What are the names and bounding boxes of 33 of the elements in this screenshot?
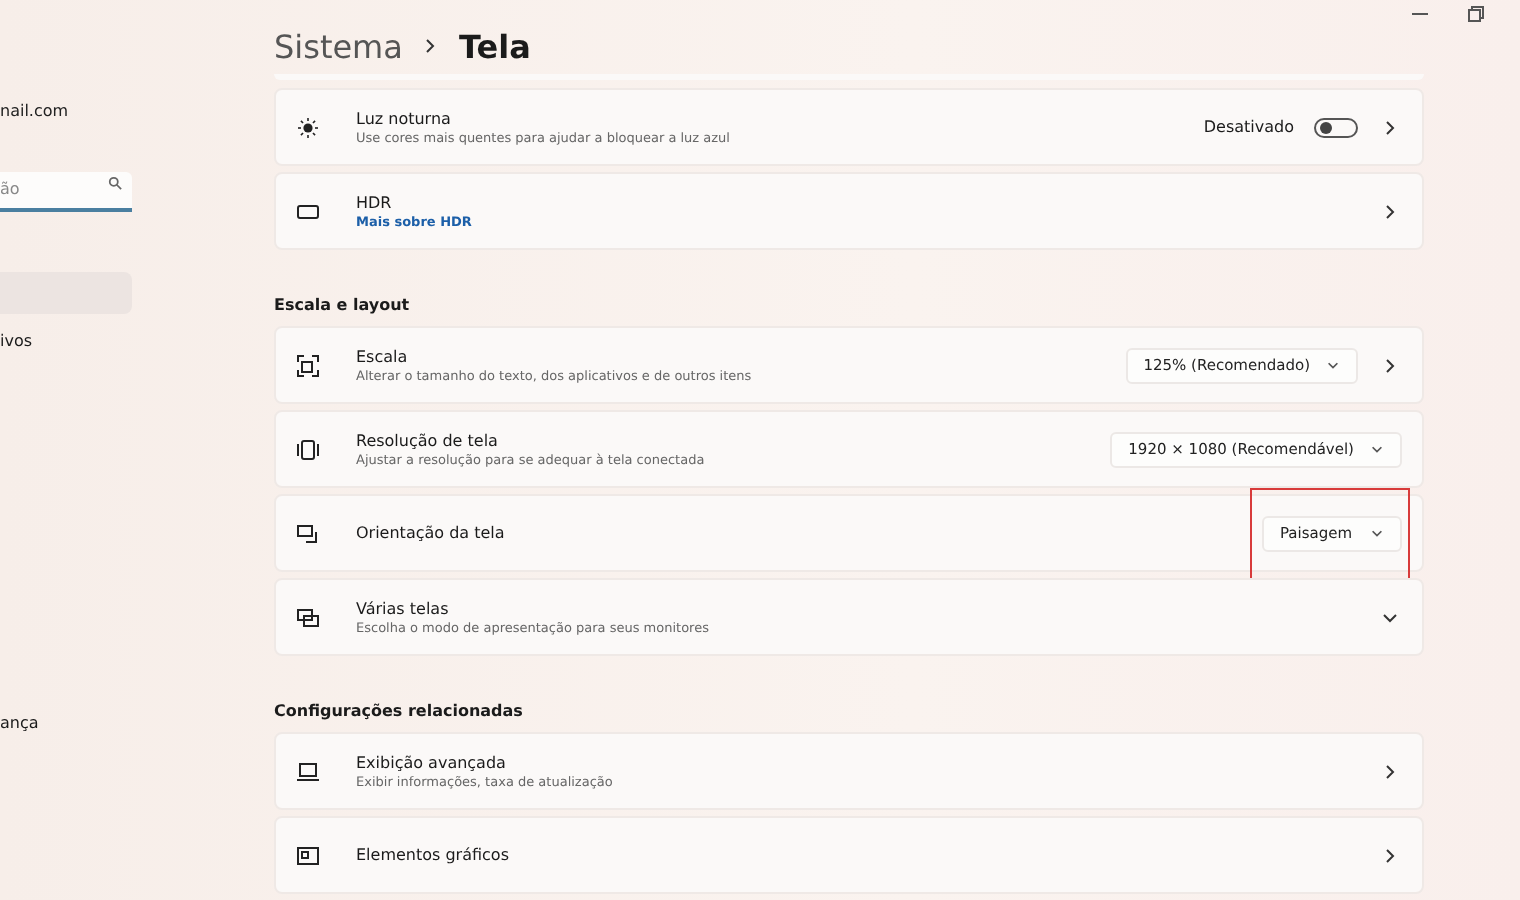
chevron-right-icon [422, 38, 439, 55]
rotate-screen-icon [296, 521, 320, 545]
row-title: Várias telas [356, 599, 451, 617]
chevron-down-icon [1370, 526, 1384, 540]
sidebar-item[interactable]: ança [0, 702, 132, 744]
breadcrumb-parent[interactable]: Sistema [274, 27, 403, 66]
row-title: Resolução de tela [356, 431, 500, 449]
section-heading: Configurações relacionadas [274, 702, 525, 720]
resize-icon [296, 353, 320, 377]
toggle-state-label: Desativado [1203, 118, 1294, 136]
monitors-icon [296, 605, 320, 629]
screen-frame-icon [296, 437, 320, 461]
laptop-icon [296, 759, 320, 783]
section-heading: Escala e layout [274, 296, 412, 314]
hdr-icon [296, 199, 320, 223]
account-email: nail.com [0, 100, 71, 124]
row-title: Elementos gráficos [356, 846, 511, 864]
sun-icon [296, 115, 320, 139]
chevron-down-icon [1326, 358, 1340, 372]
row-title: Luz noturna [356, 109, 453, 127]
restore-icon[interactable] [1468, 5, 1484, 22]
graphics-icon [296, 843, 320, 867]
chevron-down-icon [1370, 442, 1384, 456]
row-title: HDR [356, 193, 394, 211]
search-field[interactable]: ão [0, 171, 132, 211]
settings-row[interactable]: Elementos gráficos [274, 816, 1424, 894]
page-title: Tela [458, 27, 531, 66]
row-title: Orientação da tela [356, 524, 507, 542]
row-title: Exibição avançada [356, 753, 508, 771]
row-title: Escala [356, 347, 410, 365]
sidebar-item[interactable]: ivos [0, 320, 132, 362]
toggle-switch[interactable] [1314, 117, 1358, 137]
search-icon [108, 176, 122, 190]
